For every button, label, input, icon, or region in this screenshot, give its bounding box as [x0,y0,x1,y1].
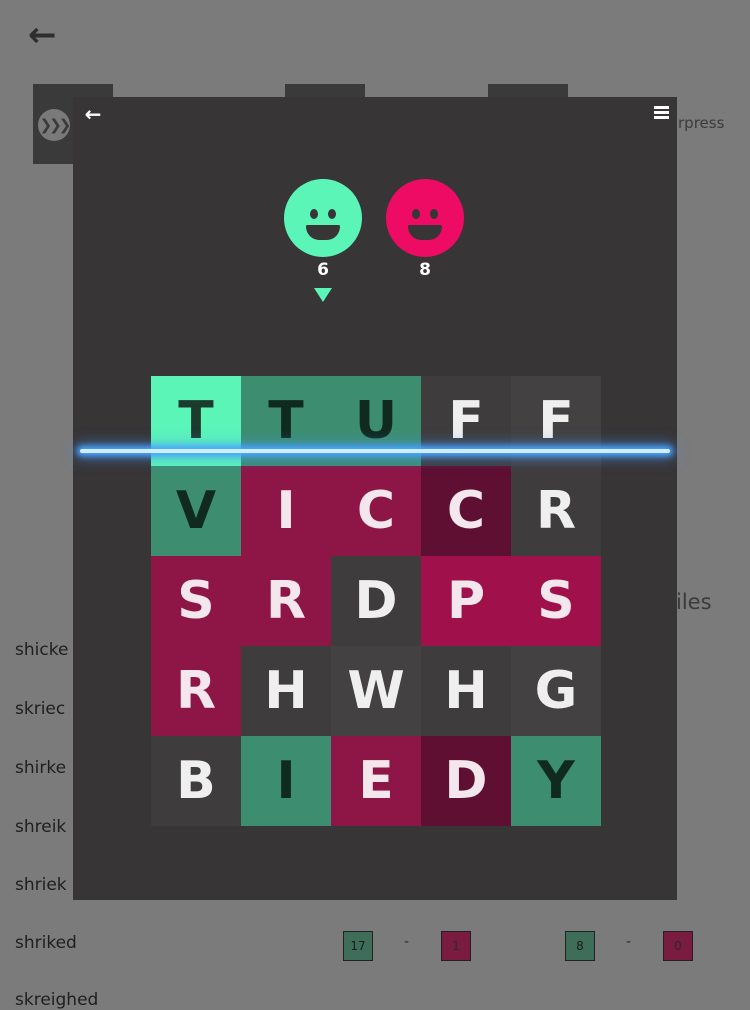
letter-tile[interactable]: H [241,646,331,736]
fast-forward-icon: ❯❯❯ [38,109,71,141]
letter-tile[interactable]: B [151,736,241,826]
background-word-label: skriec [15,699,66,719]
letter-tile[interactable]: R [151,646,241,736]
letter-tile[interactable]: Y [511,736,601,826]
background-tab [488,84,568,98]
letter-tile[interactable]: P [421,556,511,646]
background-word-label: skreighed [15,990,99,1010]
back-arrow-icon[interactable]: ← [81,102,105,126]
letter-board: TTUFFVICCRSRDPSRHWHGBIEDY [151,376,601,826]
background-heading: iles [676,590,712,614]
score-badge: 0 [663,931,693,961]
background-label: rpress [678,114,725,132]
letter-tile[interactable]: C [421,466,511,556]
score-badge: 1 [441,931,471,961]
letter-tile[interactable]: H [421,646,511,736]
letter-tile[interactable]: R [511,466,601,556]
background-word-label: shriek [15,875,67,895]
game-panel: ← 6 8 TTUFFVICCRSRDPSRHWHGBIEDY [73,97,677,900]
background-word-label: shicke [15,640,69,660]
letter-tile[interactable]: G [511,646,601,736]
hamburger-menu-icon[interactable] [654,106,669,120]
background-back-icon: ← [28,15,57,55]
letter-tile[interactable]: R [241,556,331,646]
letter-tile[interactable]: I [241,736,331,826]
separator: - [404,934,410,950]
letter-tile[interactable]: I [241,466,331,556]
letter-tile[interactable]: C [331,466,421,556]
letter-tile[interactable]: D [331,556,421,646]
letter-tile[interactable]: V [151,466,241,556]
background-word-label: shriked [15,933,77,953]
green-player-score: 6 [317,260,329,280]
score-badge: 8 [565,931,595,961]
letter-tile[interactable]: W [331,646,421,736]
score-badge: 17 [343,931,373,961]
pink-player-score: 8 [419,260,431,280]
separator: - [626,934,632,950]
scan-line [80,449,670,453]
green-player-avatar [284,179,362,257]
letter-tile[interactable]: S [511,556,601,646]
letter-tile[interactable]: D [421,736,511,826]
pink-player-avatar [386,179,464,257]
turn-indicator-icon [314,288,332,302]
background-tab [285,84,365,98]
background-word-label: shreik [15,817,67,837]
background-word-label: shirke [15,758,67,778]
letter-tile[interactable]: E [331,736,421,826]
letter-tile[interactable]: S [151,556,241,646]
